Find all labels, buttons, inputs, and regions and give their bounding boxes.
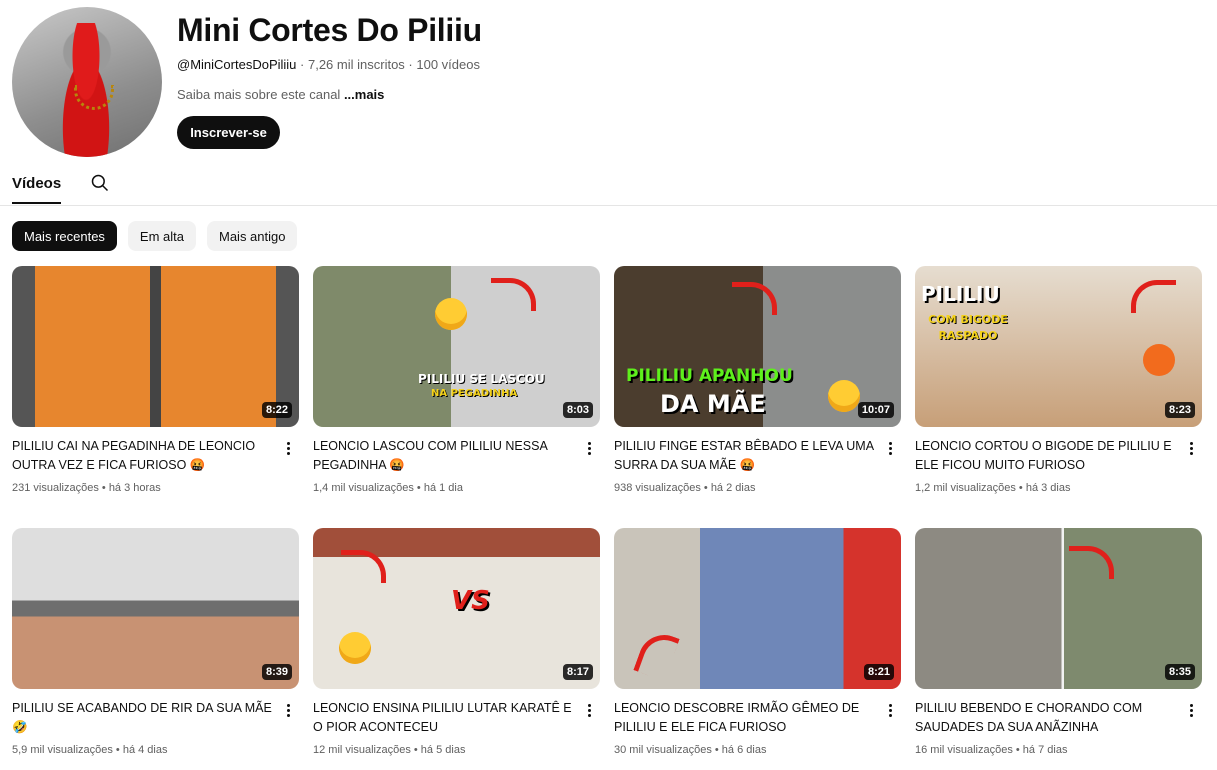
video-title[interactable]: PILILIU BEBENDO E CHORANDO COM SAUDADES … (915, 699, 1177, 737)
video-thumbnail[interactable]: 8:35 (915, 528, 1202, 689)
subscribe-button[interactable]: Inscrever-se (177, 116, 280, 149)
video-title[interactable]: PILILIU FINGE ESTAR BÊBADO E LEVA UMA SU… (614, 437, 876, 475)
view-count: 5,9 mil visualizações (12, 744, 113, 756)
video-thumbnail[interactable]: VS 8:17 (313, 528, 600, 689)
upload-age: há 7 dias (1022, 744, 1068, 756)
subscriber-count: 7,26 mil inscritos (307, 57, 405, 72)
more-options-icon[interactable] (884, 702, 896, 722)
chip-mais-recentes[interactable]: Mais recentes (12, 221, 117, 251)
more-options-icon[interactable] (1185, 702, 1197, 722)
upload-age: há 4 dias (122, 744, 168, 756)
channel-name: Mini Cortes Do Piliiu (177, 12, 482, 48)
video-title[interactable]: PILILIU CAI NA PEGADINHA DE LEONCIO OUTR… (12, 437, 274, 475)
video-meta: 1,2 mil visualizações • há 3 dias (915, 482, 1071, 494)
channel-meta: @MiniCortesDoPiliiu · 7,26 mil inscritos… (177, 57, 480, 72)
video-meta: 12 mil visualizações • há 5 dias (313, 744, 466, 756)
more-options-icon[interactable] (282, 440, 294, 460)
channel-about[interactable]: Saiba mais sobre este canal ...mais (177, 87, 384, 102)
more-options-icon[interactable] (282, 702, 294, 722)
video-thumbnail[interactable]: 8:21 (614, 528, 901, 689)
thumb-overlay-text: PILILIU SE LASCOU (418, 372, 545, 386)
video-thumbnail[interactable]: PILILIU SE LASCOU NA PEGADINHA 8:03 (313, 266, 600, 427)
view-count: 1,4 mil visualizações (313, 482, 414, 494)
chip-mais-antigo[interactable]: Mais antigo (207, 221, 298, 251)
video-meta: 1,4 mil visualizações • há 1 dia (313, 482, 463, 494)
red-arrow-icon (1069, 546, 1114, 579)
more-options-icon[interactable] (1185, 440, 1197, 460)
video-duration: 8:23 (1164, 402, 1195, 418)
about-more-link[interactable]: ...mais (344, 87, 384, 102)
channel-handle[interactable]: @MiniCortesDoPiliiu (177, 57, 296, 72)
video-meta: 16 mil visualizações • há 7 dias (915, 744, 1068, 756)
channel-header: Mini Cortes Do Piliiu @MiniCortesDoPilii… (12, 7, 1202, 157)
video-duration: 8:22 (261, 402, 292, 418)
video-duration: 10:07 (857, 402, 894, 418)
search-icon[interactable] (90, 173, 110, 193)
video-title[interactable]: PILILIU SE ACABANDO DE RIR DA SUA MÃE 🤣 (12, 699, 274, 737)
channel-avatar[interactable] (12, 7, 162, 157)
laughing-emoji-icon (435, 298, 467, 330)
red-arrow-icon (341, 550, 386, 583)
about-text: Saiba mais sobre este canal (177, 87, 341, 102)
meta-separator: · (300, 57, 308, 72)
laughing-emoji-icon (828, 380, 860, 412)
video-duration: 8:39 (261, 664, 292, 680)
angry-emoji-icon (1143, 344, 1175, 376)
thumb-overlay-text-2: DA MÃE (660, 390, 766, 418)
video-title[interactable]: LEONCIO CORTOU O BIGODE DE PILILIU E ELE… (915, 437, 1177, 475)
thumb-overlay-text: PILILIU APANHOU (626, 366, 793, 386)
tab-videos[interactable]: Vídeos (12, 175, 62, 204)
chip-em-alta[interactable]: Em alta (127, 221, 196, 251)
red-arrow-icon (491, 278, 536, 311)
video-thumbnail[interactable]: PILILIU APANHOU DA MÃE 10:07 (614, 266, 901, 427)
red-arrow-icon (1131, 280, 1176, 313)
laughing-emoji-icon (339, 632, 371, 664)
upload-age: há 5 dias (420, 744, 466, 756)
view-count: 16 mil visualizações (915, 744, 1013, 756)
view-count: 1,2 mil visualizações (915, 482, 1016, 494)
red-arrow-icon (732, 282, 777, 315)
view-count: 231 visualizações (12, 482, 99, 494)
upload-age: há 3 horas (108, 482, 161, 494)
more-options-icon[interactable] (583, 440, 595, 460)
video-title[interactable]: LEONCIO LASCOU COM PILILIU NESSA PEGADIN… (313, 437, 575, 475)
upload-age: há 2 dias (710, 482, 756, 494)
view-count: 30 mil visualizações (614, 744, 712, 756)
view-count: 12 mil visualizações (313, 744, 411, 756)
video-duration: 8:21 (863, 664, 894, 680)
video-duration: 8:03 (562, 402, 593, 418)
thumb-overlay-text: PILILIU (921, 282, 1000, 306)
thumb-overlay-text: VS (451, 586, 490, 616)
video-meta: 5,9 mil visualizações • há 4 dias (12, 744, 168, 756)
red-arrow-icon (633, 627, 680, 682)
more-options-icon[interactable] (884, 440, 896, 460)
video-title[interactable]: LEONCIO DESCOBRE IRMÃO GÊMEO DE PILILIU … (614, 699, 876, 737)
thumb-overlay-text-2: COM BIGODE RASPADO (928, 313, 1008, 342)
thumb-overlay-text-2: NA PEGADINHA (431, 388, 518, 399)
video-thumbnail[interactable]: 8:39 (12, 528, 299, 689)
video-meta: 231 visualizações • há 3 horas (12, 482, 161, 494)
video-duration: 8:17 (562, 664, 593, 680)
video-meta: 938 visualizações • há 2 dias (614, 482, 756, 494)
video-count: 100 vídeos (416, 57, 480, 72)
sort-chips: Mais recentes Em alta Mais antigo (12, 221, 298, 251)
video-thumbnail[interactable]: 8:22 (12, 266, 299, 427)
more-options-icon[interactable] (583, 702, 595, 722)
video-title[interactable]: LEONCIO ENSINA PILILIU LUTAR KARATÊ E O … (313, 699, 575, 737)
video-thumbnail[interactable]: PILILIU COM BIGODE RASPADO 8:23 (915, 266, 1202, 427)
upload-age: há 3 dias (1025, 482, 1071, 494)
upload-age: há 6 dias (721, 744, 767, 756)
channel-tabs: Vídeos (0, 165, 1217, 206)
video-meta: 30 mil visualizações • há 6 dias (614, 744, 767, 756)
video-duration: 8:35 (1164, 664, 1195, 680)
upload-age: há 1 dia (423, 482, 463, 494)
view-count: 938 visualizações (614, 482, 701, 494)
